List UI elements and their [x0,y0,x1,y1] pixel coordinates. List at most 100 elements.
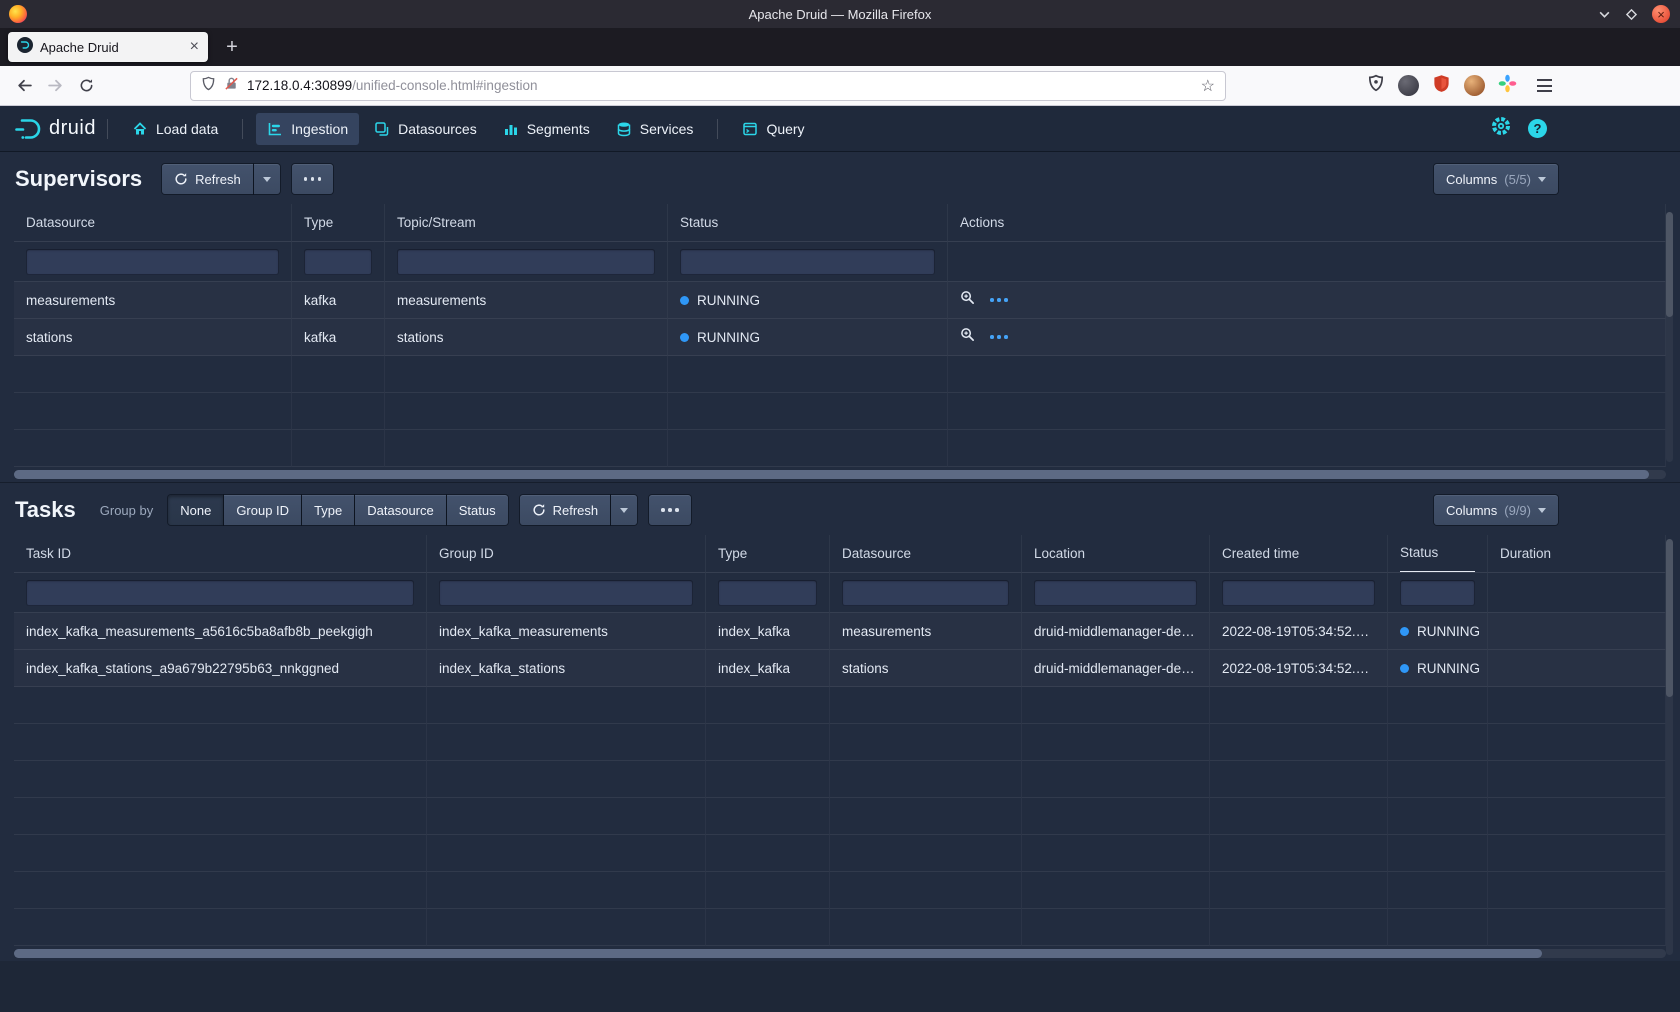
filter-status-input[interactable] [1400,580,1475,606]
forward-button[interactable] [40,70,71,101]
tasks-title: Tasks [15,497,76,523]
column-header-type[interactable]: Type [292,204,385,242]
ublock-origin-icon[interactable] [1432,74,1451,98]
window-minimize-icon[interactable] [1598,8,1611,21]
nav-load-data[interactable]: Load data [121,113,229,145]
tasks-refresh-caret-button[interactable] [611,495,637,525]
gear-icon[interactable] [1491,116,1511,141]
tasks-panel: Tasks Group by None Group ID Type Dataso… [0,482,1680,961]
column-header-created-time[interactable]: Created time [1210,535,1388,573]
tasks-columns-button[interactable]: Columns (9/9) [1434,495,1558,525]
row-more-icon[interactable] [990,298,1008,302]
group-by-status-button[interactable]: Status [447,495,508,525]
url-bar[interactable]: 172.18.0.4:30899/unified-console.html#in… [190,71,1226,101]
column-header-location[interactable]: Location [1022,535,1210,573]
tasks-more-button[interactable] [649,495,691,525]
column-header-type[interactable]: Type [706,535,830,573]
tab-close-icon[interactable]: × [190,39,199,55]
column-header-topic-stream[interactable]: Topic/Stream [385,204,668,242]
group-by-type-button[interactable]: Type [302,495,354,525]
empty-row [14,835,1666,872]
supervisors-horizontal-scrollbar[interactable] [14,470,1666,479]
bookmark-star-icon[interactable]: ☆ [1201,76,1215,96]
supervisor-row[interactable]: measurements kafka measurements RUNNING [14,282,1666,319]
empty-row [14,356,1666,393]
tasks-vertical-scrollbar[interactable] [1666,539,1673,955]
task-row[interactable]: index_kafka_measurements_a5616c5ba8afb8b… [14,613,1666,650]
filter-type-input[interactable] [304,249,372,275]
firefox-icon [9,5,27,23]
bar-chart-icon [503,121,519,137]
scrollbar-thumb[interactable] [1666,212,1673,317]
filter-location-input[interactable] [1034,580,1197,606]
actions-cell [948,319,1666,356]
scrollbar-thumb[interactable] [14,949,1542,958]
new-tab-button[interactable]: + [217,32,247,62]
zoom-in-icon[interactable] [960,319,975,356]
column-header-datasource[interactable]: Datasource [830,535,1022,573]
row-more-icon[interactable] [990,335,1008,339]
tasks-horizontal-scrollbar[interactable] [14,949,1666,958]
supervisors-vertical-scrollbar[interactable] [1666,212,1673,462]
console-icon [742,121,758,137]
chevron-down-icon [620,508,628,513]
column-header-status[interactable]: Status [668,204,948,242]
column-header-group-id[interactable]: Group ID [427,535,706,573]
filter-datasource-input[interactable] [26,249,279,275]
supervisor-row[interactable]: stations kafka stations RUNNING [14,319,1666,356]
zoom-in-icon[interactable] [960,282,975,319]
supervisors-more-button[interactable] [292,164,334,194]
nav-services[interactable]: Services [605,113,705,145]
empty-row [14,687,1666,724]
column-header-datasource[interactable]: Datasource [14,204,292,242]
window-close-icon[interactable]: × [1652,5,1670,23]
filter-type-input[interactable] [718,580,817,606]
filter-created-time-input[interactable] [1222,580,1375,606]
reload-button[interactable] [71,70,102,101]
group-by-none-button[interactable]: None [168,495,223,525]
empty-row [14,761,1666,798]
group-by-group-id-button[interactable]: Group ID [224,495,301,525]
running-dot [680,296,689,305]
filter-group-id-input[interactable] [439,580,693,606]
scrollbar-thumb[interactable] [1666,539,1673,697]
column-header-duration[interactable]: Duration [1488,535,1666,573]
back-button[interactable] [9,70,40,101]
refresh-icon [174,172,188,186]
extension-avatar-tan-icon[interactable] [1464,75,1485,96]
pinwheel-extension-icon[interactable] [1498,74,1517,98]
nav-segments[interactable]: Segments [492,113,601,145]
window-maximize-icon[interactable] [1625,8,1638,21]
ingestion-view: Supervisors Refresh Columns (5/5) [0,152,1680,1012]
tasks-refresh-button[interactable]: Refresh [520,495,611,525]
column-header-task-id[interactable]: Task ID [14,535,427,573]
hamburger-menu-icon[interactable] [1530,70,1559,101]
extension-shield-icon[interactable] [1367,74,1385,97]
filter-datasource-input[interactable] [842,580,1009,606]
supervisors-refresh-button[interactable]: Refresh [162,164,253,194]
tasks-filter-row [14,573,1666,613]
filter-task-id-input[interactable] [26,580,414,606]
header-divider [242,119,243,139]
column-header-actions[interactable]: Actions [948,204,1666,242]
task-row[interactable]: index_kafka_stations_a9a679b22795b63_nnk… [14,650,1666,687]
group-by-datasource-button[interactable]: Datasource [355,495,445,525]
filter-status-input[interactable] [680,249,935,275]
column-header-status[interactable]: Status [1388,535,1488,573]
extension-avatar-dark-icon[interactable] [1398,75,1419,96]
supervisors-refresh-caret-button[interactable] [254,164,280,194]
status-cell: RUNNING [668,282,948,319]
firefox-window: Apache Druid — Mozilla Firefox × Apache … [0,0,1680,1012]
insecure-lock-icon[interactable] [224,76,239,96]
druid-logo[interactable]: druid [13,117,96,141]
tab-title: Apache Druid [40,40,183,55]
nav-ingestion[interactable]: Ingestion [256,113,359,145]
tracking-shield-icon[interactable] [201,76,216,96]
browser-tab[interactable]: Apache Druid × [8,32,208,62]
nav-datasources[interactable]: Datasources [363,113,488,145]
nav-query[interactable]: Query [731,113,815,145]
scrollbar-thumb[interactable] [14,470,1649,479]
supervisors-columns-button[interactable]: Columns (5/5) [1434,164,1558,194]
filter-topic-stream-input[interactable] [397,249,655,275]
help-icon[interactable]: ? [1528,119,1547,138]
